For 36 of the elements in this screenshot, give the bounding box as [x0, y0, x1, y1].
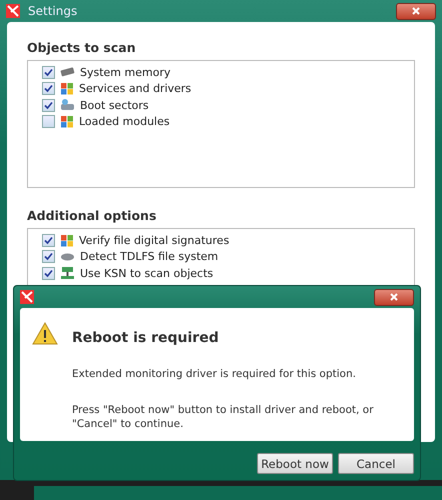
drive-icon: [60, 98, 75, 112]
option-label: Detect TDLFS file system: [80, 250, 218, 264]
close-button[interactable]: [396, 2, 436, 20]
dialog-message: Extended monitoring driver is required for this option.: [72, 368, 357, 382]
option-label: Use KSN to scan objects: [80, 266, 214, 280]
checkbox[interactable]: [42, 115, 55, 128]
dialog-button[interactable]: Cancel: [338, 453, 414, 474]
option-label: Services and drivers: [79, 82, 192, 96]
option-label: System memory: [80, 66, 170, 79]
checkbox[interactable]: [42, 250, 55, 264]
flag-icon: [60, 115, 74, 128]
dialog-button[interactable]: Reboot now: [257, 453, 333, 474]
section-title: Additional options: [27, 208, 158, 223]
close-button[interactable]: [374, 288, 414, 306]
checkbox[interactable]: [42, 82, 55, 96]
close-icon: [412, 7, 420, 15]
disk-icon: [60, 250, 75, 263]
flag-icon: [60, 82, 74, 96]
network-icon: [60, 266, 75, 280]
dialog-message: Press "Reboot now" button to install driver and reboot, or "Cancel" to continue.: [72, 404, 374, 432]
checkbox[interactable]: [42, 66, 55, 79]
warning-icon: [32, 322, 58, 345]
window-title: Settings: [28, 4, 78, 18]
flag-icon: [60, 234, 74, 247]
section-title: Objects to scan: [27, 40, 137, 55]
option-label: Boot sectors: [80, 98, 149, 112]
option-label: Verify file digital signatures: [79, 234, 230, 247]
chip-icon: [60, 66, 75, 78]
checkbox[interactable]: [42, 266, 55, 280]
checkbox[interactable]: [42, 234, 55, 247]
option-label: Loaded modules: [79, 115, 170, 128]
logo-icon: [20, 290, 34, 304]
logo-icon: [6, 4, 20, 18]
dialog-heading: Reboot is required: [72, 330, 220, 346]
close-icon: [390, 293, 398, 301]
checkbox[interactable]: [42, 98, 55, 112]
